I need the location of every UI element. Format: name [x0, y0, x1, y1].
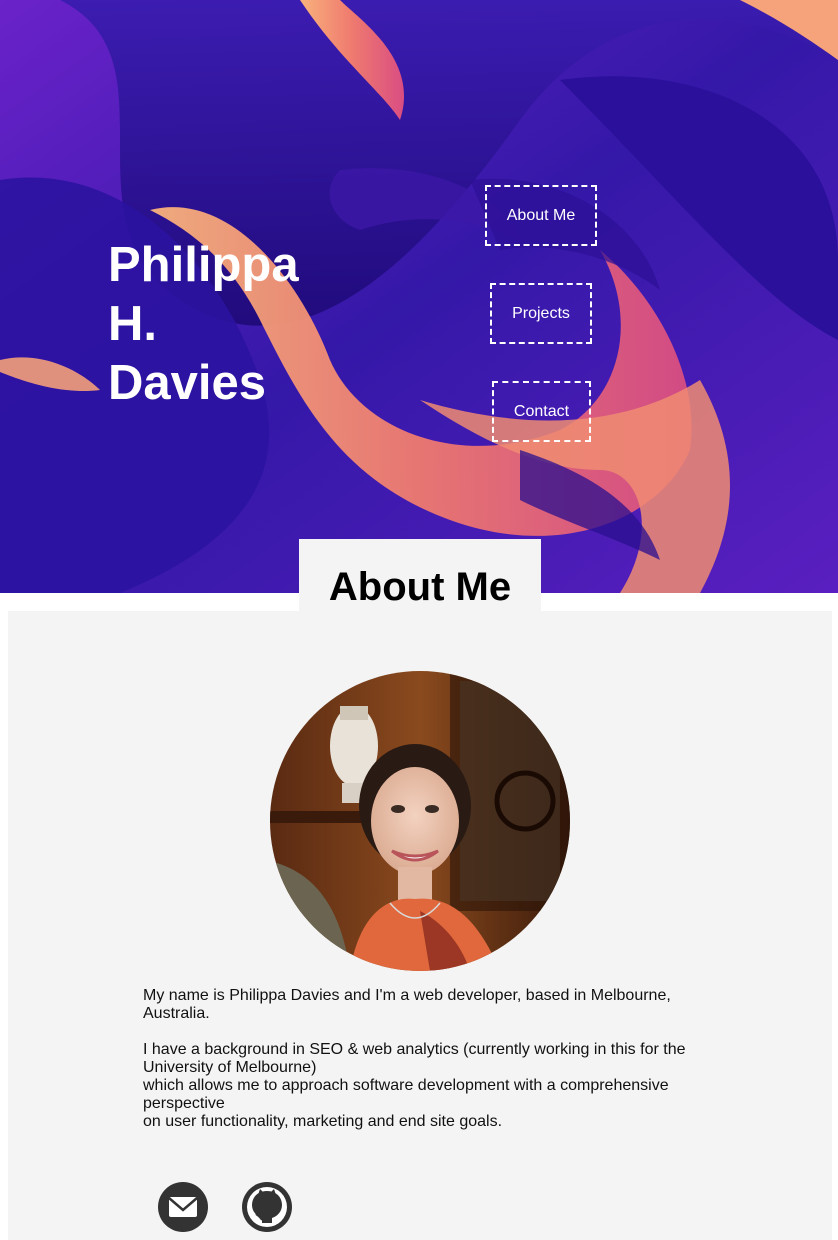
bio-paragraph-intro: My name is Philippa Davies and I'm a web… — [143, 987, 703, 1023]
bio-line: perspective — [143, 1095, 225, 1112]
name-line-initial: H. — [108, 297, 157, 351]
bio-line: I have a background in SEO & web analyti… — [143, 1041, 686, 1058]
bio-line: on user functionality, marketing and end… — [143, 1113, 503, 1130]
bio-line: Australia. — [143, 1005, 210, 1022]
site-owner-name: Philippa H. Davies — [108, 236, 299, 413]
name-line-last: Davies — [108, 356, 267, 410]
email-link[interactable] — [158, 1182, 208, 1232]
profile-photo — [270, 671, 570, 971]
name-line-first: Philippa — [108, 238, 299, 292]
github-link[interactable] — [242, 1182, 292, 1232]
github-icon — [242, 1182, 292, 1232]
bio-line: University of Melbourne) — [143, 1059, 317, 1076]
profile-photo-illustration — [270, 671, 570, 971]
mail-icon — [158, 1182, 208, 1232]
nav-about-me-button[interactable]: About Me — [485, 185, 597, 246]
bio-text: My name is Philippa Davies and I'm a web… — [143, 987, 703, 1149]
bio-line: which allows me to approach software dev… — [143, 1077, 669, 1094]
nav-projects-button[interactable]: Projects — [490, 283, 592, 344]
hero-banner: Philippa H. Davies About Me Projects Con… — [0, 0, 838, 593]
bio-paragraph-background: I have a background in SEO & web analyti… — [143, 1041, 703, 1131]
nav-contact-button[interactable]: Contact — [492, 381, 591, 442]
about-title: About Me — [328, 565, 512, 609]
bio-line: My name is Philippa Davies and I'm a web… — [143, 987, 671, 1004]
about-heading-tab: About Me — [299, 539, 541, 611]
